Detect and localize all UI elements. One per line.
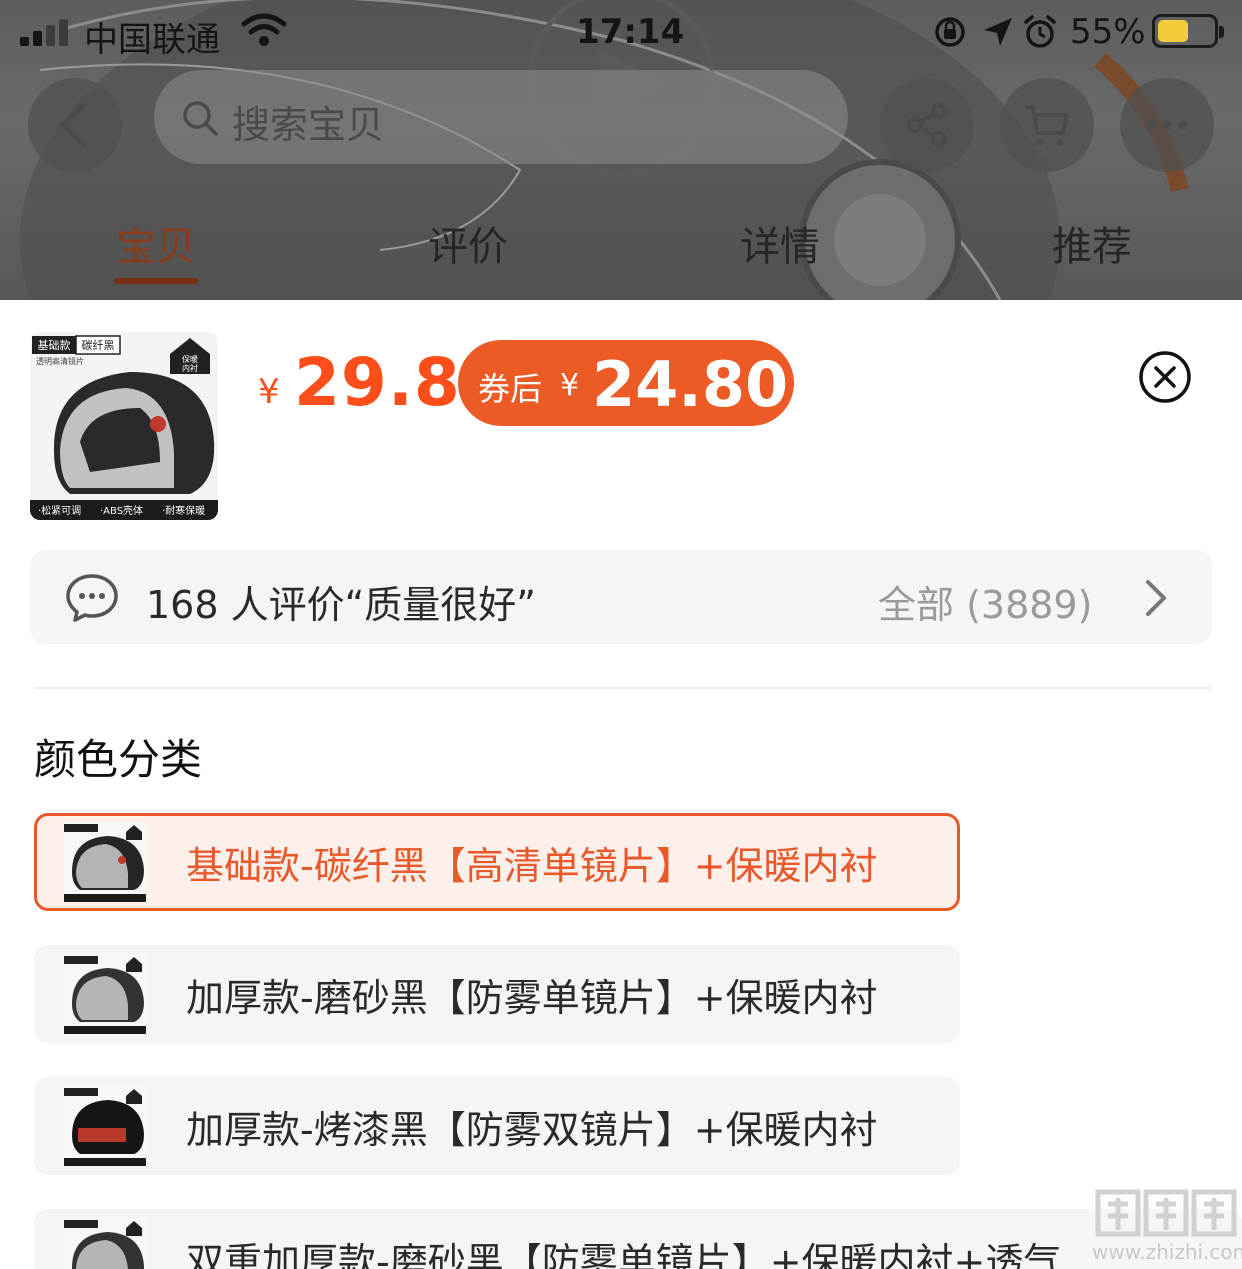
watermark-logo [1095, 1189, 1237, 1237]
cart-icon [1025, 105, 1069, 146]
coupon-price: 24.80 [592, 348, 789, 421]
tab-recommend[interactable]: 推荐 [1012, 214, 1172, 272]
coupon-currency: ¥ [560, 368, 580, 403]
badge-left-text: 基础款 [38, 338, 71, 352]
price: 29.8 [294, 344, 461, 421]
subtitle-text: 透明高清镜片 [36, 356, 84, 366]
option-thumbnail [64, 822, 146, 902]
sku-option[interactable]: 加厚款-烤漆黑【防雾双镜片】+保暖内衬 [34, 1077, 960, 1175]
tab-details[interactable]: 详情 [700, 214, 860, 272]
cellular-signal-icon [20, 18, 74, 46]
site-watermark: www.zhizhi.com [1092, 1186, 1242, 1266]
option-label: 加厚款-烤漆黑【防雾双镜片】+保暖内衬 [186, 1108, 878, 1152]
corner-text-2: 内衬 [182, 363, 198, 373]
divider [34, 687, 1210, 689]
wifi-icon [241, 13, 287, 46]
watermark-domain: www.zhizhi.com [1092, 1240, 1242, 1264]
more-button[interactable] [1120, 78, 1214, 172]
share-icon [907, 103, 947, 147]
tab-product[interactable]: 宝贝 [76, 214, 236, 272]
cart-button[interactable] [1000, 78, 1094, 172]
option-thumbnail [64, 1218, 146, 1269]
sku-option[interactable]: 加厚款-磨砂黑【防雾单镜片】+保暖内衬 [34, 945, 960, 1043]
helmet-image: 基础款 碳纤黑 透明高清镜片 保暖 内衬 ·松紧可调 ·ABS壳体 ·耐寒保暖 [30, 332, 218, 520]
feature-1-text: ·松紧可调 [38, 504, 81, 517]
search-input[interactable]: 搜索宝贝 [154, 70, 848, 164]
more-dots-icon [1146, 120, 1188, 130]
review-summary-bar[interactable]: 168 人评价“质量很好” 全部 (3889) [30, 550, 1212, 644]
corner-text-1: 保暖 [182, 354, 198, 364]
close-button[interactable] [1138, 350, 1192, 404]
alarm-icon [1024, 15, 1056, 48]
sku-option[interactable]: 双重加厚款-磨砂黑【防雾单镜片】+保暖内衬+透气... [34, 1209, 1242, 1269]
review-summary-text: 168 人评价“质量很好” [146, 583, 536, 627]
battery-percent: 55% [1070, 12, 1146, 52]
coupon-label: 券后 [478, 370, 543, 408]
close-circle-icon [1139, 351, 1191, 403]
orientation-lock-icon [935, 17, 965, 47]
back-button[interactable] [28, 78, 122, 172]
carrier-name: 中国联通 [84, 20, 220, 60]
option-thumbnail [64, 1086, 146, 1166]
share-button[interactable] [880, 78, 974, 172]
battery-icon [1152, 14, 1224, 48]
option-thumbnail [64, 954, 146, 1034]
badge-right-text: 碳纤黑 [82, 338, 115, 352]
coupon-price-badge: 券后 ¥ 24.80 [458, 340, 794, 426]
chevron-left-icon [60, 102, 86, 148]
tab-reviews[interactable]: 评价 [388, 214, 548, 272]
feature-3-text: ·耐寒保暖 [162, 504, 205, 517]
chat-bubble-icon [66, 574, 118, 622]
status-bar: 中国联通 17:14 55% [0, 0, 1242, 64]
color-category-title: 颜色分类 [34, 735, 203, 784]
all-reviews-link[interactable]: 全部 (3889) [878, 574, 1092, 629]
price-currency: ¥ [258, 372, 280, 412]
location-arrow-icon [984, 18, 1012, 46]
chevron-right-icon [1146, 580, 1166, 616]
search-icon [183, 101, 218, 136]
sku-selection-sheet: 基础款 碳纤黑 透明高清镜片 保暖 内衬 ·松紧可调 ·ABS壳体 ·耐寒保暖 … [0, 300, 1242, 1269]
option-label: 加厚款-磨砂黑【防雾单镜片】+保暖内衬 [186, 976, 878, 1020]
option-label: 双重加厚款-磨砂黑【防雾单镜片】+保暖内衬+透气... [186, 1240, 1098, 1269]
search-placeholder: 搜索宝贝 [232, 103, 385, 147]
active-tab-indicator [114, 278, 198, 284]
feature-2-text: ·ABS壳体 [100, 504, 143, 517]
clock: 17:14 [576, 12, 685, 52]
sku-option-selected[interactable]: 基础款-碳纤黑【高清单镜片】+保暖内衬 [34, 813, 960, 911]
product-thumbnail[interactable]: 基础款 碳纤黑 透明高清镜片 保暖 内衬 ·松紧可调 ·ABS壳体 ·耐寒保暖 [30, 332, 218, 520]
option-label: 基础款-碳纤黑【高清单镜片】+保暖内衬 [186, 844, 878, 888]
